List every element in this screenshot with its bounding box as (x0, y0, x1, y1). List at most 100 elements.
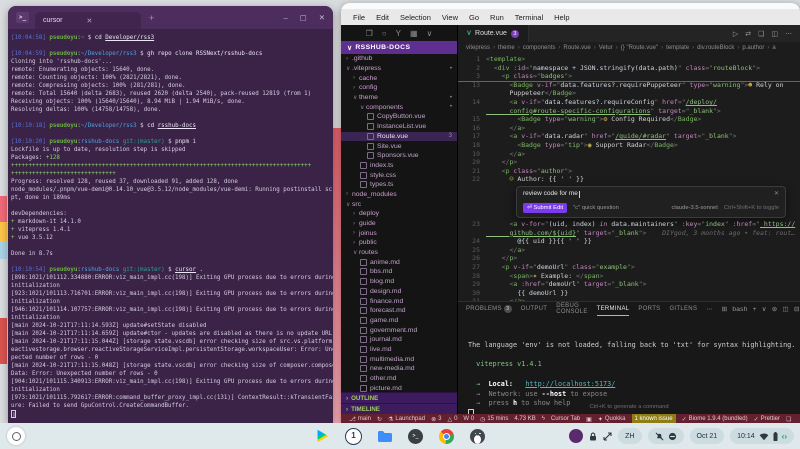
tree-item-design.md[interactable]: design.md (341, 287, 457, 297)
split-terminal-icon[interactable]: ◫ (783, 305, 789, 313)
status-git-branch[interactable]: ⎇main (349, 416, 371, 423)
tree-item-index.ts[interactable]: index.ts (341, 161, 457, 171)
status-launchpad[interactable]: ⚗Launchpad (388, 416, 425, 423)
extensions-icon[interactable]: ▦ (410, 29, 418, 38)
submit-edit-button[interactable]: ⏎ Submit Edit (523, 203, 567, 214)
tree-item-finance.md[interactable]: finance.md (341, 296, 457, 306)
menu-edit[interactable]: Edit (376, 13, 389, 22)
panel-tab-terminal[interactable]: TERMINAL (597, 302, 630, 316)
explorer-root[interactable]: ∨ RSSHUB-DOCS (341, 41, 457, 54)
status-wakatime[interactable]: ◷15 mins (480, 416, 508, 423)
explorer-icon[interactable]: ❐ (366, 29, 373, 38)
outline-section[interactable]: › OUTLINE (341, 392, 457, 403)
status-screencast-icon[interactable]: ▣ (586, 416, 592, 423)
status-w-counter[interactable]: W 0 (463, 416, 474, 422)
tree-item-node_modules[interactable]: ›node_modules (341, 190, 457, 200)
status-feedback-icon[interactable]: ❏ (786, 416, 791, 423)
tree-item-cache[interactable]: ›cache (341, 73, 457, 83)
panel-tab-⋯[interactable]: ⋯ (706, 302, 712, 316)
maximize-button[interactable]: ▢ (300, 13, 307, 22)
close-icon[interactable]: ✕ (774, 190, 779, 199)
editor-tab-route-vue[interactable]: V Route.vue 3 (458, 25, 529, 42)
tree-item-anime.md[interactable]: anime.md (341, 257, 457, 267)
breadcrumb-item[interactable]: Route.vue (563, 45, 590, 51)
shelf-app-penguin[interactable] (469, 427, 487, 445)
panel-tab-debug-console[interactable]: DEBUG CONSOLE (556, 302, 587, 316)
tree-item-game.md[interactable]: game.md (341, 316, 457, 326)
tree-item-government.md[interactable]: government.md (341, 325, 457, 335)
search-icon[interactable]: ○ (382, 29, 387, 38)
tree-item-joinus[interactable]: ›joinus (341, 228, 457, 238)
status-sync-icon[interactable]: ↻ (377, 416, 382, 423)
date-pill[interactable]: Oct 21 (690, 428, 725, 444)
close-button[interactable]: ✕ (319, 13, 325, 22)
tree-item-components[interactable]: ∨components• (341, 102, 457, 112)
shelf-app-files[interactable] (376, 427, 394, 445)
tree-item-public[interactable]: ›public (341, 238, 457, 248)
ai-prompt-input[interactable]: review code for me (523, 190, 578, 199)
split-editor-icon[interactable]: ◫ (771, 30, 778, 38)
new-tab-button[interactable]: + (149, 13, 154, 23)
shelf-app-chrome[interactable] (438, 427, 456, 445)
avatar[interactable] (569, 429, 583, 443)
tree-item-types.ts[interactable]: types.ts (341, 180, 457, 190)
status-quokka[interactable]: ✦Quokka (598, 416, 626, 423)
menu-go[interactable]: Go (469, 13, 479, 22)
tree-item-Route.vue[interactable]: Route.vue3 (341, 132, 457, 142)
tree-item-blog.md[interactable]: blog.md (341, 277, 457, 287)
menu-run[interactable]: Run (490, 13, 504, 22)
chevron-down-icon[interactable]: ∨ (427, 29, 433, 38)
menu-view[interactable]: View (442, 13, 458, 22)
breadcrumb-item[interactable]: div.routeBlock (697, 45, 734, 51)
shelf-app-play-store[interactable] (314, 427, 332, 445)
terminal-output[interactable]: [10:04:58] pseudoyu:~ $ cd Developer/rss… (8, 29, 333, 425)
status-file-size[interactable]: 4.73 KB (514, 416, 535, 422)
terminal-settings-icon[interactable]: ⊛ (772, 305, 778, 313)
breadcrumb-item[interactable]: theme (498, 45, 515, 51)
tree-item-config[interactable]: ›config (341, 83, 457, 93)
tree-item-deploy[interactable]: ›deploy (341, 209, 457, 219)
panel-tab-gitlens[interactable]: GITLENS (669, 302, 697, 316)
breadcrumb-item[interactable]: components (523, 45, 556, 51)
code-area[interactable]: 1<template>2 <div :id="namespace + JSON.… (458, 53, 800, 301)
ime-indicator[interactable]: ZH (618, 428, 641, 444)
tree-item-theme[interactable]: ∨theme• (341, 93, 457, 103)
tree-item-routes[interactable]: ∨routes (341, 248, 457, 258)
menu-help[interactable]: Help (554, 13, 569, 22)
tree-item-picture.md[interactable]: picture.md (341, 383, 457, 392)
breadcrumb-item[interactable]: {} "Route.vue" (621, 45, 658, 51)
breadcrumb-item[interactable]: vitepress (466, 45, 490, 51)
tree-item-new-media.md[interactable]: new-media.md (341, 364, 457, 374)
tree-item-style.css[interactable]: style.css (341, 170, 457, 180)
run-icon[interactable]: ▷ (733, 30, 738, 38)
menu-file[interactable]: File (353, 13, 365, 22)
launcher-button[interactable] (7, 427, 25, 445)
terminal-list-icon[interactable]: ⊞ (722, 305, 728, 313)
back-forward-icon[interactable]: ⇄ (745, 30, 751, 38)
panel-tab-problems[interactable]: PROBLEMS3 (466, 302, 512, 316)
terminal-dropdown-icon[interactable]: ∨ (762, 305, 767, 313)
panel-tab-ports[interactable]: PORTS (638, 302, 660, 316)
close-tab-icon[interactable]: ✕ (86, 17, 92, 25)
menu-terminal[interactable]: Terminal (515, 13, 543, 22)
notification-pill[interactable] (648, 428, 684, 444)
kill-terminal-icon[interactable]: ⊟ (794, 305, 800, 313)
tree-item-live.md[interactable]: live.md (341, 345, 457, 355)
quick-question-button[interactable]: "c" quick question (573, 204, 619, 213)
tree-item-guide[interactable]: ›guide (341, 219, 457, 229)
breadcrumb-item[interactable]: template (666, 45, 689, 51)
model-selector[interactable]: claude-3.5-sonnet (671, 204, 717, 213)
tree-item-.github[interactable]: ›.github (341, 54, 457, 64)
shell-label[interactable]: bash (732, 306, 747, 313)
tree-item-forecast.md[interactable]: forecast.md (341, 306, 457, 316)
tree-item-Site.vue[interactable]: Site.vue (341, 141, 457, 151)
open-changes-icon[interactable]: ❏ (758, 30, 764, 38)
tree-item-journal.md[interactable]: journal.md (341, 335, 457, 345)
tree-item-Sponsors.vue[interactable]: Sponsors.vue (341, 151, 457, 161)
more-actions-icon[interactable]: ⋯ (785, 30, 792, 38)
shelf-app-crostini-terminal[interactable]: >_ (407, 427, 425, 445)
status-biome[interactable]: ✓Biome 1.9.4 (bundled) (682, 416, 748, 423)
source-control-icon[interactable]: Y (396, 29, 401, 38)
shelf-app-1password[interactable]: 1 (345, 427, 363, 445)
breadcrumb-item[interactable]: a (772, 45, 775, 51)
